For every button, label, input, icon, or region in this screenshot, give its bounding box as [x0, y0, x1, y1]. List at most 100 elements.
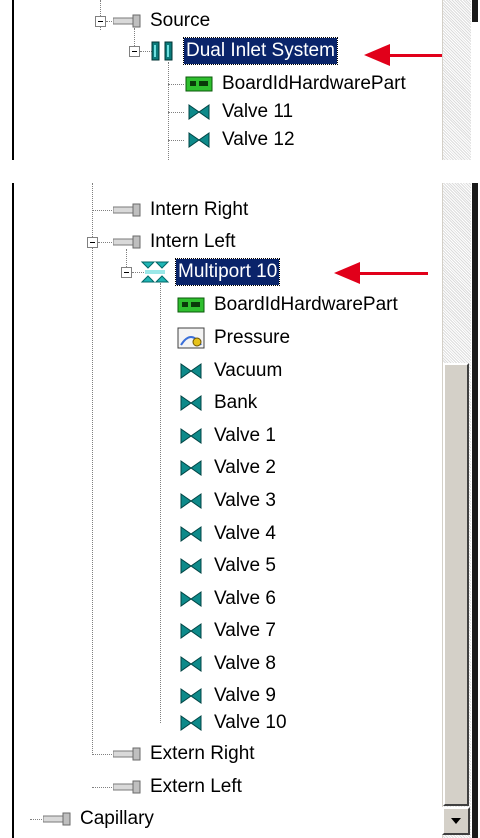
tree-node-capillary[interactable]: Capillary [42, 804, 156, 834]
scrollbar-track[interactable] [442, 0, 471, 160]
valve-icon [176, 554, 206, 578]
annotation-arrow-head [334, 262, 360, 284]
tree-node-label: Valve 2 [214, 457, 276, 478]
tree-node-source[interactable]: Source [112, 6, 212, 36]
collapse-toggle[interactable] [87, 237, 98, 248]
valve-icon [176, 684, 206, 708]
tree-node-label: Vacuum [214, 360, 283, 381]
tree-panel-top: Source Dual Inlet System BoardIdHardware… [0, 0, 480, 160]
tree-node-valve[interactable]: Valve 11 [184, 97, 295, 127]
tree-node-vacuum[interactable]: Vacuum [176, 356, 284, 386]
tree-node-pressure[interactable]: Pressure [176, 323, 292, 353]
collapse-toggle[interactable] [95, 16, 106, 27]
tree-node-valve[interactable]: Valve 7 [176, 616, 278, 646]
tree-node-label: Valve 11 [222, 101, 294, 122]
tree-node-valve[interactable]: Valve 6 [176, 584, 278, 614]
tree-node-label: Valve 12 [222, 129, 295, 150]
tree-node-label: BoardIdHardwarePart [222, 73, 406, 94]
tree-node-valve[interactable]: Valve 5 [176, 551, 278, 581]
annotation-arrow-head [364, 44, 390, 66]
tree-node-board[interactable]: BoardIdHardwarePart [184, 69, 408, 99]
tree-node-label: Intern Left [150, 231, 236, 252]
tree-node-valve[interactable]: Valve 12 [184, 125, 297, 155]
tree-node-label: Valve 1 [214, 425, 276, 446]
valve-icon [184, 100, 214, 124]
pressure-gauge-icon [176, 326, 206, 350]
tree-node-extern-right[interactable]: Extern Right [112, 739, 257, 769]
pipe-icon [112, 198, 142, 222]
tree-line [92, 210, 112, 211]
tree-node-label: Extern Right [150, 743, 255, 764]
tree-node-label: Bank [214, 392, 258, 413]
pipe-icon [42, 807, 72, 831]
tree-node-label: Valve 9 [214, 685, 276, 706]
multiport-icon [140, 260, 170, 284]
tree-node-valve[interactable]: Valve 10 [176, 708, 289, 738]
collapse-toggle[interactable] [129, 46, 140, 57]
scroll-down-button[interactable] [442, 807, 470, 835]
tree-line [92, 754, 112, 755]
tree-node-label: Valve 3 [214, 490, 276, 511]
tree-node-label: Valve 8 [214, 653, 276, 674]
scrollbar-edge [472, 183, 478, 838]
tree-node-intern-left[interactable]: Intern Left [112, 227, 238, 257]
scrollbar-thumb[interactable] [443, 363, 469, 806]
tree-node-label: BoardIdHardwarePart [214, 294, 398, 315]
valve-icon [176, 652, 206, 676]
tree-node-bank[interactable]: Bank [176, 388, 259, 418]
tree-node-board[interactable]: BoardIdHardwarePart [176, 290, 400, 320]
tree-node-label: Multiport 10 [174, 258, 281, 286]
valve-icon [176, 424, 206, 448]
dual-inlet-icon [148, 39, 178, 63]
annotation-arrow-line [358, 272, 428, 275]
valve-icon [176, 522, 206, 546]
tree-node-label: Valve 4 [214, 523, 276, 544]
tree-node-label: Valve 5 [214, 555, 276, 576]
pipe-icon [112, 9, 142, 33]
tree-node-valve[interactable]: Valve 4 [176, 519, 278, 549]
valve-icon [176, 489, 206, 513]
valve-icon [176, 456, 206, 480]
tree-node-multiport[interactable]: Multiport 10 [140, 257, 281, 287]
tree-node-valve[interactable]: Valve 3 [176, 486, 278, 516]
tree-node-label: Valve 10 [214, 712, 287, 733]
tree-node-label: Valve 6 [214, 588, 276, 609]
tree-line [92, 183, 93, 755]
tree-node-extern-left[interactable]: Extern Left [112, 772, 244, 802]
tree-node-dual-inlet-system[interactable]: Dual Inlet System [148, 36, 338, 66]
valve-icon [176, 587, 206, 611]
panel-border [12, 183, 14, 838]
tree-line [92, 787, 112, 788]
valve-icon [184, 128, 214, 152]
pipe-icon [112, 742, 142, 766]
tree-node-label: Source [150, 10, 211, 31]
tree-line [168, 84, 184, 85]
tree-line [30, 819, 42, 820]
tree-node-label: Dual Inlet System [183, 37, 338, 65]
tree-node-label: Valve 7 [214, 620, 276, 641]
panel-border [12, 0, 14, 160]
valve-icon [176, 619, 206, 643]
tree-node-valve[interactable]: Valve 8 [176, 649, 278, 679]
board-icon [176, 293, 206, 317]
tree-node-label: Intern Right [150, 199, 249, 220]
valve-icon [176, 711, 206, 735]
tree-line [168, 112, 184, 113]
scrollbar-edge [472, 0, 478, 22]
tree-node-valve[interactable]: Valve 1 [176, 421, 278, 451]
chevron-down-icon [451, 818, 461, 824]
tree-node-label: Capillary [80, 808, 154, 829]
tree-line [168, 62, 169, 160]
tree-node-label: Pressure [214, 327, 291, 348]
tree-line [98, 242, 112, 243]
tree-node-label: Extern Left [150, 776, 242, 797]
tree-node-valve[interactable]: Valve 2 [176, 453, 278, 483]
tree-node-valve[interactable]: Valve 9 [176, 681, 278, 711]
board-icon [184, 72, 214, 96]
tree-line [160, 283, 161, 723]
tree-panel-bottom: Intern Right Intern Left Multiport 10 Bo… [0, 183, 480, 838]
valve-icon [176, 391, 206, 415]
collapse-toggle[interactable] [121, 267, 132, 278]
tree-node-intern-right[interactable]: Intern Right [112, 195, 250, 225]
pipe-icon [112, 775, 142, 799]
